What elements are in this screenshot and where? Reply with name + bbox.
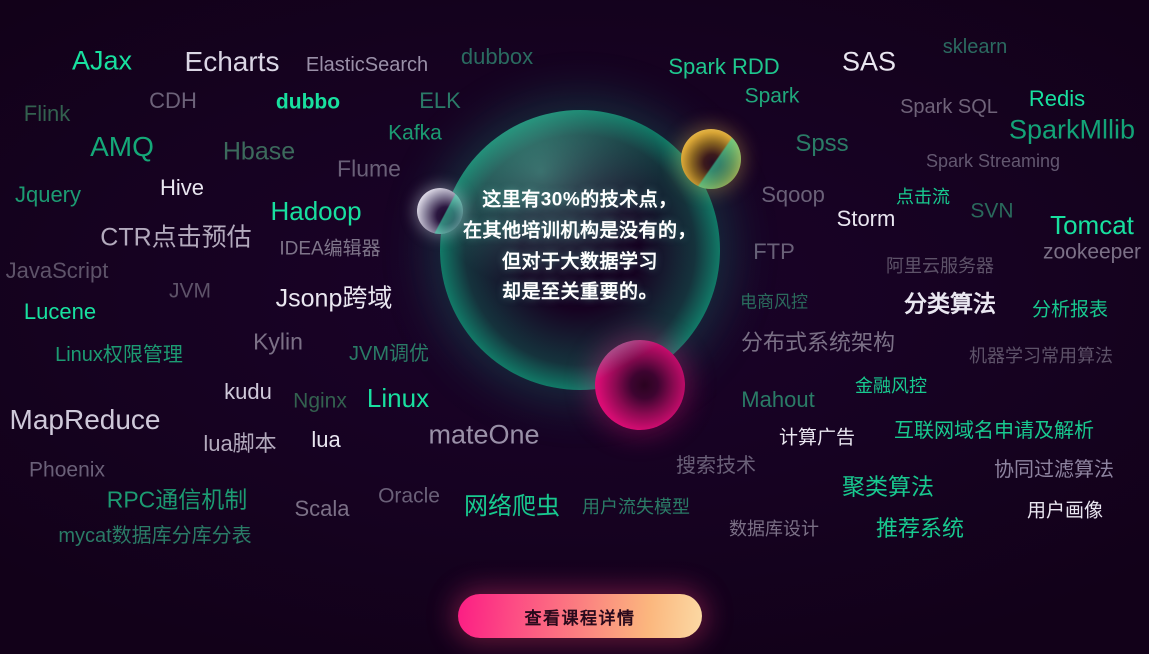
white-orb [417,188,463,234]
keyword[interactable]: Tomcat [1050,212,1134,238]
keyword[interactable]: JVM调优 [349,344,429,364]
keyword[interactable]: 电商风控 [740,294,808,311]
keyword[interactable]: lua脚本 [203,433,276,455]
keyword[interactable]: FTP [753,241,795,263]
keyword[interactable]: 分布式系统架构 [741,332,895,354]
keyword[interactable]: Spark SQL [900,97,998,117]
keyword[interactable]: 数据库设计 [729,520,819,538]
keyword[interactable]: Kylin [253,330,303,354]
keyword[interactable]: RPC通信机制 [107,488,248,512]
keyword[interactable]: Spark Streaming [926,152,1060,170]
keyword[interactable]: JVM [169,281,211,302]
keyword[interactable]: Jquery [15,184,81,206]
keyword[interactable]: Nginx [293,391,347,412]
view-course-details-label: 查看课程详情 [524,608,636,628]
keyword[interactable]: 分析报表 [1032,301,1108,320]
keyword[interactable]: Lucene [24,301,96,323]
keyword[interactable]: Spark [745,86,800,107]
keyword[interactable]: AJax [72,47,132,75]
keyword[interactable]: lua [311,429,340,451]
pink-orb [595,340,685,430]
keyword[interactable]: 网络爬虫 [464,495,560,519]
keyword[interactable]: Hive [160,177,204,199]
keyword[interactable]: Sqoop [761,184,825,206]
keyword[interactable]: 推荐系统 [876,518,964,540]
gold-orb [681,129,741,189]
keyword[interactable]: 互联网域名申请及解析 [894,421,1094,441]
keyword[interactable]: mycat数据库分库分表 [58,526,251,546]
keyword[interactable]: Mahout [741,389,814,411]
keyword[interactable]: ElasticSearch [306,55,428,75]
keyword[interactable]: Spark RDD [668,56,779,78]
keyword[interactable]: Phoenix [29,460,105,481]
keyword[interactable]: Flink [24,103,70,125]
keyword[interactable]: SAS [842,48,896,76]
keyword[interactable]: Spss [795,132,848,156]
keyword[interactable]: Oracle [378,486,440,507]
keyword[interactable]: Hadoop [270,198,361,224]
keyword[interactable]: dubbo [276,92,340,113]
keyword[interactable]: Linux权限管理 [55,345,183,365]
keyword[interactable]: JavaScript [6,260,109,282]
keyword[interactable]: CTR点击预估 [100,225,251,251]
keyword[interactable]: 协同过滤算法 [994,460,1114,480]
keyword[interactable]: Linux [367,385,429,411]
keyword[interactable]: Redis [1029,88,1085,110]
keyword[interactable]: zookeeper [1043,242,1141,263]
keyword[interactable]: 用户流失模型 [582,498,690,516]
keyword[interactable]: 阿里云服务器 [886,257,994,275]
main-ring-sheen [440,110,720,390]
keyword[interactable]: CDH [149,90,197,112]
view-course-details-button[interactable]: 查看课程详情 [458,594,702,638]
main-ring-orb [440,110,720,390]
keyword[interactable]: ELK [419,90,461,112]
keyword[interactable]: 机器学习常用算法 [969,347,1113,365]
keyword[interactable]: 用户画像 [1027,502,1103,521]
keyword[interactable]: Kafka [388,123,442,144]
keyword[interactable]: Flume [337,157,401,181]
keyword[interactable]: Echarts [185,48,280,76]
tech-keyword-cloud-panel: AJax Echarts ElasticSearch dubbox Spark RDD S… [0,0,1149,654]
keyword[interactable]: 金融风控 [855,377,927,395]
pink-orb-overlap [595,340,685,430]
keyword[interactable]: 点击流 [896,188,950,206]
keyword[interactable]: Jsonp跨域 [276,286,393,312]
keyword[interactable]: 分类算法 [904,292,996,316]
keyword[interactable]: Hbase [223,139,295,165]
keyword[interactable]: dubbox [461,46,533,68]
white-orb-overlap [417,188,463,234]
gold-orb-overlap [681,129,741,189]
keyword[interactable]: SVN [970,201,1013,222]
keyword[interactable]: sklearn [943,37,1007,57]
keyword[interactable]: SparkMllib [1009,116,1135,144]
keyword[interactable]: 聚类算法 [842,475,934,499]
keyword[interactable]: mateOne [428,421,539,449]
keyword[interactable]: Scala [294,498,349,520]
keyword[interactable]: 搜索技术 [676,456,756,476]
keyword[interactable]: MapReduce [10,406,161,434]
keyword[interactable]: kudu [224,381,272,403]
keyword[interactable]: Storm [837,208,896,230]
keyword[interactable]: AMQ [90,133,154,161]
keyword[interactable]: IDEA编辑器 [279,240,380,259]
keyword[interactable]: 计算广告 [779,429,855,448]
